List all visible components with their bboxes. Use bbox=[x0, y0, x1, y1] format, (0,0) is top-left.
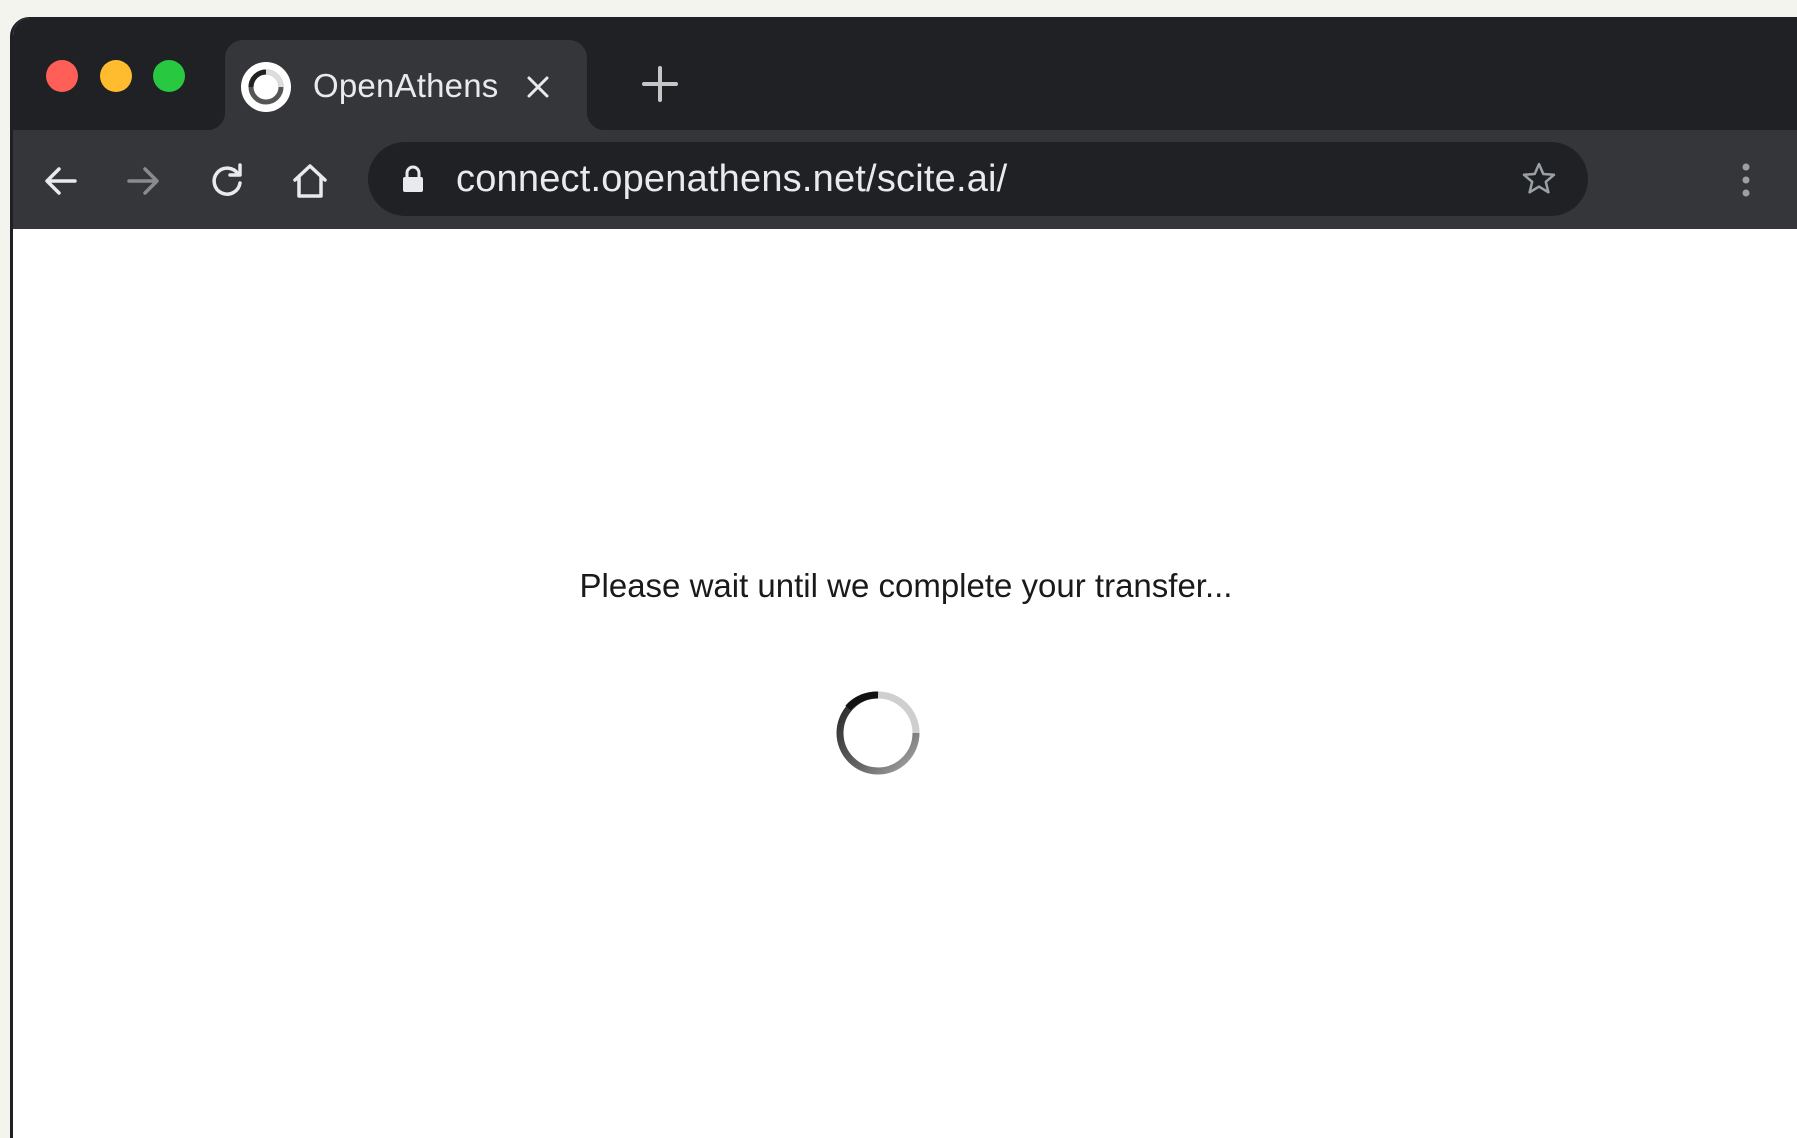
browser-toolbar: connect.openathens.net/scite.ai/ bbox=[13, 130, 1797, 229]
page-content: Please wait until we complete your trans… bbox=[13, 229, 1797, 1138]
star-icon[interactable] bbox=[1520, 160, 1558, 198]
vertical-dots-icon[interactable] bbox=[1739, 158, 1753, 202]
home-icon[interactable] bbox=[288, 159, 332, 203]
maximize-window-button[interactable] bbox=[153, 60, 185, 92]
minimize-window-button[interactable] bbox=[100, 60, 132, 92]
transfer-message: Please wait until we complete your trans… bbox=[579, 567, 1233, 604]
plus-icon[interactable] bbox=[638, 62, 682, 106]
url-text[interactable]: connect.openathens.net/scite.ai/ bbox=[456, 157, 1007, 201]
loading-spinner-icon bbox=[832, 687, 924, 779]
reload-icon[interactable] bbox=[205, 159, 249, 203]
address-bar[interactable]: connect.openathens.net/scite.ai/ bbox=[368, 142, 1588, 216]
arrow-left-icon[interactable] bbox=[39, 159, 83, 203]
tab-title: OpenAthens bbox=[313, 67, 499, 104]
tab-openathens[interactable]: OpenAthens bbox=[207, 40, 605, 130]
tab-strip: OpenAthens bbox=[13, 18, 1797, 130]
lock-icon[interactable] bbox=[398, 164, 428, 194]
close-window-button[interactable] bbox=[46, 60, 78, 92]
arrow-right-icon[interactable] bbox=[121, 159, 165, 203]
close-icon[interactable] bbox=[521, 70, 555, 104]
browser-window: OpenAthens connect.openathens.net/scite.… bbox=[11, 18, 1797, 1138]
openathens-logo-icon bbox=[241, 62, 291, 112]
